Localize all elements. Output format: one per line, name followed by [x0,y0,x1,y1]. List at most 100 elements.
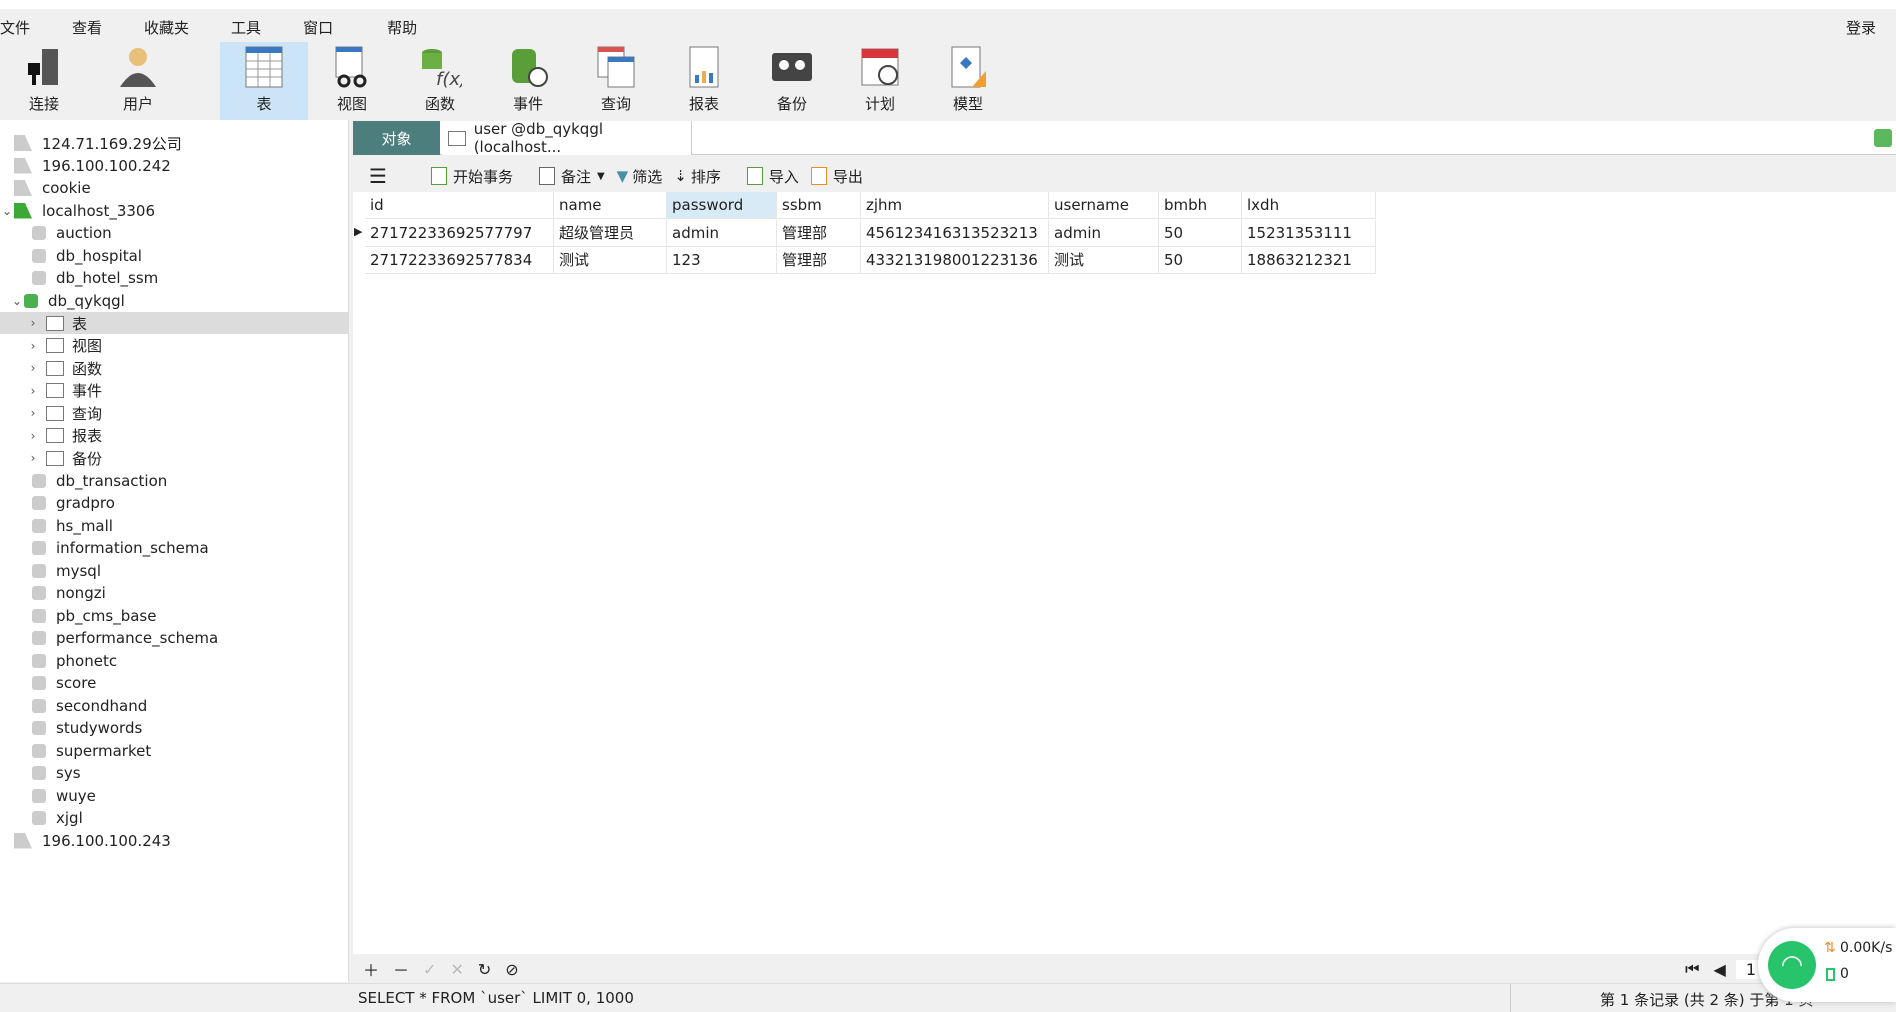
chevron-down-icon[interactable]: ⌄ [10,294,24,308]
sort-button[interactable]: ⇣ 排序 [674,166,721,187]
tree-database[interactable]: gradpro [0,492,349,514]
backup-button[interactable]: 备份 [748,42,836,120]
tree-database[interactable]: nongzi [0,582,349,604]
column-header-ssbm[interactable]: ssbm [777,192,861,219]
grid-cell[interactable]: 超级管理员 [554,220,667,247]
stop-button[interactable]: ⊘ [505,960,518,979]
tree-database[interactable]: information_schema [0,537,349,559]
grid-cell[interactable]: 测试 [554,247,667,274]
export-button[interactable]: 导出 [810,166,863,187]
tree-object-folder[interactable]: › 查询 [0,402,349,424]
tree-object-folder[interactable]: › 函数 [0,357,349,379]
note-button[interactable]: 备注 ▼ [538,166,605,187]
column-header-id[interactable]: id [365,192,554,219]
grid-cell[interactable]: 18863212321 [1242,247,1376,274]
tree-database[interactable]: auction [0,222,349,244]
apply-button[interactable]: ✓ [423,960,436,979]
chevron-right-icon[interactable]: › [26,316,40,330]
grid-cell[interactable]: admin [1049,220,1159,247]
tree-connection[interactable]: cookie [0,177,349,199]
chevron-right-icon[interactable]: › [26,339,40,353]
tree-object-folder[interactable]: › 备份 [0,447,349,469]
menu-file[interactable]: 文件 [0,17,48,38]
add-record-button[interactable]: ＋ [363,957,379,981]
grid-cell[interactable]: admin [667,220,777,247]
tree-database[interactable]: db_hotel_ssm [0,267,349,289]
schedule-button[interactable]: 计划 [836,42,924,120]
view-button[interactable]: 视图 [308,42,396,120]
menu-tools[interactable]: 工具 [231,17,279,38]
column-header-name[interactable]: name [554,192,667,219]
column-header-bmbh[interactable]: bmbh [1159,192,1242,219]
connect-button[interactable]: 连接 [0,42,88,120]
tree-database[interactable]: hs_mall [0,515,349,537]
tree-connection[interactable]: 196.100.100.242 [0,155,349,177]
grid-cell[interactable]: 测试 [1049,247,1159,274]
grid-cell[interactable]: 50 [1159,220,1242,247]
chevron-down-icon[interactable]: ⌄ [0,204,14,218]
menu-icon[interactable]: ☰ [369,164,387,188]
tree-database[interactable]: wuye [0,785,349,807]
login-link[interactable]: 登录 [1846,17,1876,38]
tree-database[interactable]: xjgl [0,807,349,829]
report-button[interactable]: 报表 [660,42,748,120]
menu-view[interactable]: 查看 [72,17,120,38]
grid-cell[interactable]: 456123416313523213 [861,220,1049,247]
tree-database-open[interactable]: ⌄ db_qykqgl [0,290,349,312]
tree-database[interactable]: secondhand [0,695,349,717]
previous-page-button[interactable]: ◀ [1714,960,1726,979]
tree-database[interactable]: pb_cms_base [0,605,349,627]
event-button[interactable]: 事件 [484,42,572,120]
filter-button[interactable]: ▼ 筛选 [617,166,663,187]
function-button[interactable]: f(x) 函数 [396,42,484,120]
grid-cell[interactable]: 433213198001223136 [861,247,1049,274]
tree-database[interactable]: sys [0,762,349,784]
grid-cell[interactable]: 123 [667,247,777,274]
menu-help[interactable]: 帮助 [387,17,435,38]
tree-database[interactable]: mysql [0,560,349,582]
tree-database[interactable]: db_transaction [0,470,349,492]
grid-cell[interactable]: 管理部 [777,247,861,274]
import-button[interactable]: 导入 [746,166,799,187]
tree-object-folder[interactable]: › 视图 [0,335,349,357]
tab-objects[interactable]: 对象 [353,121,440,155]
chevron-right-icon[interactable]: › [26,406,40,420]
query-button[interactable]: 查询 [572,42,660,120]
chevron-right-icon[interactable]: › [26,451,40,465]
chevron-right-icon[interactable]: › [26,384,40,398]
refresh-button[interactable]: ↻ [478,960,491,979]
chevron-right-icon[interactable]: › [26,361,40,375]
column-header-zjhm[interactable]: zjhm [861,192,1049,219]
tab-user-table[interactable]: user @db_qykqgl (localhost... [442,120,692,156]
tree-database[interactable]: phonetc [0,650,349,672]
menu-window[interactable]: 窗口 [303,17,351,38]
tree-database[interactable]: performance_schema [0,627,349,649]
menu-favorites[interactable]: 收藏夹 [144,17,207,38]
tree-object-folder[interactable]: › 表 [0,312,349,334]
chevron-right-icon[interactable]: › [26,429,40,443]
tree-database[interactable]: studywords [0,717,349,739]
new-tab-icon[interactable] [1874,129,1892,147]
delete-record-button[interactable]: － [393,957,409,981]
grid-cell[interactable]: 27172233692577834 [365,247,554,274]
tree-database[interactable]: supermarket [0,740,349,762]
first-page-button[interactable]: ⏮ [1685,959,1699,979]
discard-button[interactable]: ✕ [450,960,463,979]
tree-connection-localhost[interactable]: ⌄ localhost_3306 [0,200,349,222]
column-header-password[interactable]: password [667,192,777,219]
tree-database[interactable]: db_hospital [0,245,349,267]
grid-cell[interactable]: 27172233692577797 [365,220,554,247]
tree-connection[interactable]: 124.71.169.29公司 [0,132,349,154]
grid-cell[interactable]: 15231353111 [1242,220,1376,247]
column-header-username[interactable]: username [1049,192,1159,219]
grid-cell[interactable]: 50 [1159,247,1242,274]
user-button[interactable]: 用户 [94,42,182,120]
grid-cell[interactable]: 管理部 [777,220,861,247]
table-button[interactable]: 表 [220,42,308,120]
begin-transaction-button[interactable]: 开始事务 [430,166,513,187]
model-button[interactable]: 模型 [924,42,1012,120]
column-header-lxdh[interactable]: lxdh [1242,192,1376,219]
tree-object-folder[interactable]: › 事件 [0,380,349,402]
tree-connection[interactable]: 196.100.100.243 [0,830,349,852]
tree-object-folder[interactable]: › 报表 [0,425,349,447]
